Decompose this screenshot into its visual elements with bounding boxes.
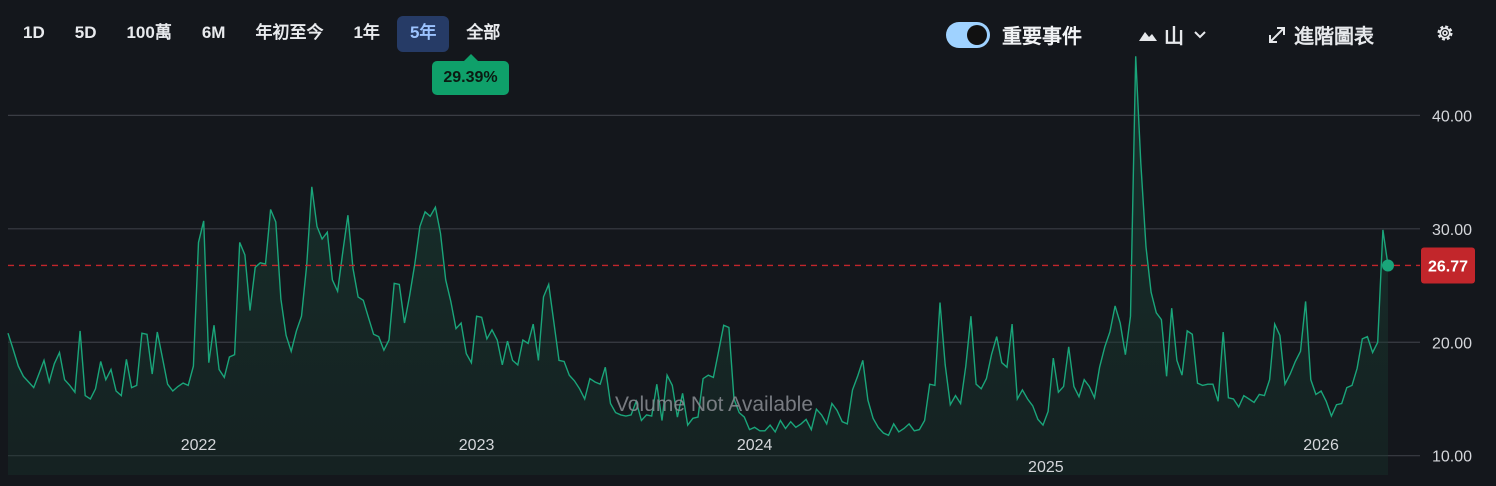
y-tick-label: 10.00 xyxy=(1432,449,1472,466)
last-price-marker xyxy=(1382,259,1394,272)
x-tick-label: 2022 xyxy=(181,437,217,454)
x-tick-label: 2026 xyxy=(1303,437,1339,454)
x-tick-label: 2025 xyxy=(1028,459,1064,476)
x-tick-label: 2023 xyxy=(459,437,495,454)
y-tick-label: 30.00 xyxy=(1432,222,1472,239)
current-value-label: 26.77 xyxy=(1428,258,1468,275)
volume-watermark: Volume Not Available xyxy=(615,393,813,416)
x-tick-label: 2024 xyxy=(737,437,773,454)
volatility-area-chart: 26.77 Volume Not Available 10.00 20.00 30.… xyxy=(7,56,1475,476)
y-tick-label: 40.00 xyxy=(1432,108,1472,125)
current-value-badge: 26.77 xyxy=(1421,247,1475,284)
y-tick-label: 20.00 xyxy=(1432,335,1472,352)
